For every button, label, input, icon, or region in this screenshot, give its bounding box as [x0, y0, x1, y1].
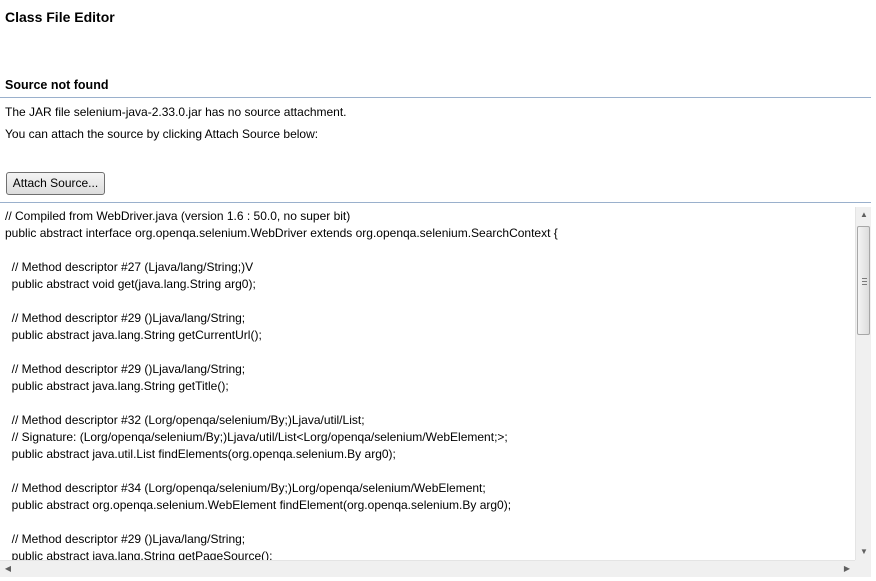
disassembled-code-view[interactable]: // Compiled from WebDriver.java (version… [0, 207, 855, 560]
code-line: public abstract java.util.List findEleme… [5, 447, 396, 461]
arrow-right-icon[interactable]: ▶ [839, 561, 855, 577]
arrow-left-icon[interactable]: ◀ [0, 561, 16, 577]
code-line: // Method descriptor #32 (Lorg/openqa/se… [5, 413, 365, 427]
class-file-editor: Class File Editor Source not found The J… [0, 0, 876, 581]
arrow-up-icon[interactable]: ▲ [856, 207, 872, 223]
attach-instructions: You can attach the source by clicking At… [5, 127, 319, 141]
section-divider [0, 97, 871, 98]
grip-icon [862, 278, 867, 285]
code-line: // Compiled from WebDriver.java (version… [5, 209, 351, 223]
no-source-message: The JAR file selenium-java-2.33.0.jar ha… [5, 105, 347, 119]
code-line: // Method descriptor #29 ()Ljava/lang/St… [5, 311, 246, 325]
code-line: // Method descriptor #29 ()Ljava/lang/St… [5, 532, 246, 546]
code-line: public abstract interface org.openqa.sel… [5, 226, 558, 240]
vertical-scroll-thumb[interactable] [857, 226, 870, 335]
code-line: public abstract java.lang.String getCurr… [5, 328, 262, 342]
vertical-scrollbar[interactable]: ▲ ▼ [855, 207, 871, 560]
code-line: // Method descriptor #29 ()Ljava/lang/St… [5, 362, 246, 376]
code-line: // Method descriptor #27 (Ljava/lang/Str… [5, 260, 254, 274]
source-not-found-heading: Source not found [5, 78, 109, 92]
code-line: public abstract java.lang.String getPage… [5, 549, 273, 560]
editor-title: Class File Editor [5, 9, 115, 25]
code-line: // Method descriptor #34 (Lorg/openqa/se… [5, 481, 486, 495]
attach-source-button[interactable]: Attach Source... [6, 172, 105, 195]
code-line: // Signature: (Lorg/openqa/selenium/By;)… [5, 430, 508, 444]
code-line: public abstract java.lang.String getTitl… [5, 379, 229, 393]
horizontal-scrollbar[interactable]: ◀ ▶ [0, 560, 871, 577]
code-divider [0, 202, 871, 203]
scrollbar-corner [855, 560, 871, 577]
code-line: public abstract org.openqa.selenium.WebE… [5, 498, 512, 512]
arrow-down-icon[interactable]: ▼ [856, 544, 872, 560]
code-line: public abstract void get(java.lang.Strin… [5, 277, 256, 291]
